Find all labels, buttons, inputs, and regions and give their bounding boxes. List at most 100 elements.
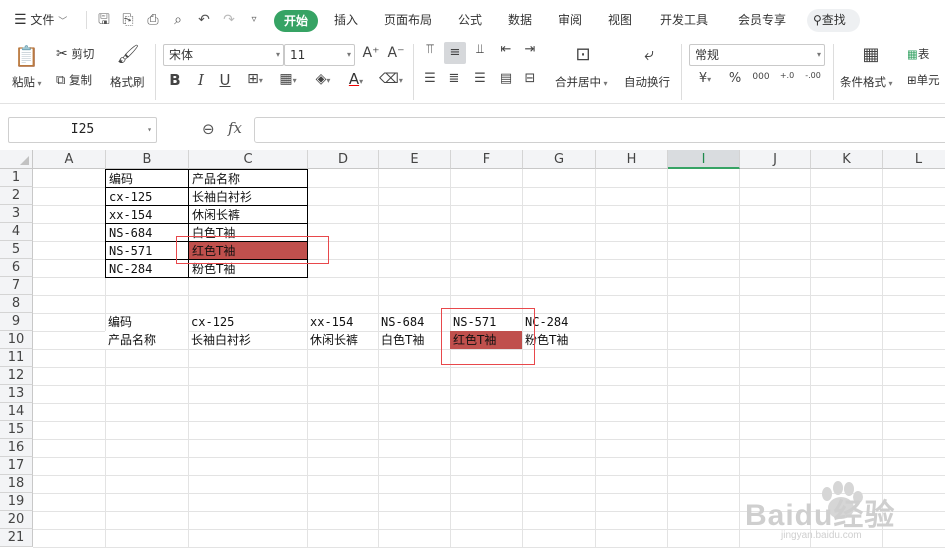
name-box[interactable]: I25 ▾: [8, 117, 157, 143]
borders-icon[interactable]: ⊞▾: [241, 71, 269, 87]
row-header-15[interactable]: 15: [0, 421, 33, 439]
cell-b1[interactable]: 编码: [105, 169, 189, 187]
fx-button[interactable]: fx: [228, 119, 242, 137]
column-header-g[interactable]: G: [523, 150, 596, 169]
save-icon[interactable]: 🖫: [94, 0, 114, 40]
distributed-icon[interactable]: ⊟: [520, 71, 540, 86]
increase-font-icon[interactable]: A⁺: [361, 45, 381, 61]
row-header-21[interactable]: 21: [0, 529, 33, 547]
row-header-20[interactable]: 20: [0, 511, 33, 529]
currency-button[interactable]: ¥▾: [693, 71, 717, 86]
align-left-icon[interactable]: ☰: [420, 71, 440, 86]
zoom-formula-icon[interactable]: ⊖: [202, 120, 215, 138]
align-center-icon[interactable]: ≣: [444, 71, 464, 86]
tab-formulas[interactable]: 公式: [458, 0, 482, 40]
row-header-6[interactable]: 6: [0, 259, 33, 277]
row-header-13[interactable]: 13: [0, 385, 33, 403]
row-header-16[interactable]: 16: [0, 439, 33, 457]
cell-c1[interactable]: 产品名称: [188, 169, 308, 187]
cell-d10[interactable]: 休闲长裤: [307, 331, 378, 349]
cell-button[interactable]: ⊞单元: [907, 72, 940, 88]
row-header-14[interactable]: 14: [0, 403, 33, 421]
tab-start[interactable]: 开始: [274, 10, 318, 32]
cell-b2[interactable]: cx-125: [105, 187, 189, 205]
export-icon[interactable]: ⎘: [118, 0, 138, 40]
align-middle-icon[interactable]: ≡: [444, 42, 466, 64]
cell-c10[interactable]: 长袖白衬衫: [188, 331, 307, 349]
cell-c3[interactable]: 休闲长裤: [188, 205, 308, 223]
cell-b10[interactable]: 产品名称: [105, 331, 188, 349]
paste-button[interactable]: 粘贴 ▾: [12, 74, 42, 90]
cut-button[interactable]: ✂ 剪切: [56, 46, 94, 62]
quick-access-more-icon[interactable]: ▿: [244, 0, 264, 40]
row-header-3[interactable]: 3: [0, 205, 33, 223]
align-top-icon[interactable]: ⫪: [420, 42, 440, 57]
tab-insert[interactable]: 插入: [334, 0, 358, 40]
column-header-h[interactable]: H: [596, 150, 668, 169]
indent-decrease-icon[interactable]: ⇤: [496, 42, 516, 57]
format-painter-icon[interactable]: 🖌: [116, 44, 140, 65]
decimal-decrease-button[interactable]: -.00: [802, 71, 824, 80]
cell-c2[interactable]: 长袖白衬衫: [188, 187, 308, 205]
cell-b9[interactable]: 编码: [105, 313, 188, 331]
row-header-1[interactable]: 1: [0, 169, 33, 187]
bold-button[interactable]: B: [166, 71, 184, 89]
row-header-7[interactable]: 7: [0, 277, 33, 295]
redo-icon[interactable]: ↷: [219, 0, 239, 40]
cell-e10[interactable]: 白色T袖: [378, 331, 450, 349]
tab-review[interactable]: 审阅: [558, 0, 582, 40]
font-name-select[interactable]: 宋体 ▾: [163, 44, 284, 66]
decrease-font-icon[interactable]: A⁻: [386, 45, 406, 61]
tab-member[interactable]: 会员专享: [738, 0, 786, 40]
cell-d9[interactable]: xx-154: [307, 313, 378, 331]
row-header-5[interactable]: 5: [0, 241, 33, 259]
row-header-10[interactable]: 10: [0, 331, 33, 349]
column-header-i[interactable]: I: [668, 150, 740, 169]
column-header-k[interactable]: K: [811, 150, 883, 169]
table-style-button[interactable]: ▦表: [907, 46, 929, 62]
conditional-format-icon[interactable]: ▦: [858, 44, 884, 65]
row-header-19[interactable]: 19: [0, 493, 33, 511]
row-header-17[interactable]: 17: [0, 457, 33, 475]
print-preview-icon[interactable]: ⌕: [168, 0, 188, 40]
tab-page-layout[interactable]: 页面布局: [384, 0, 432, 40]
tab-data[interactable]: 数据: [508, 0, 532, 40]
row-header-18[interactable]: 18: [0, 475, 33, 493]
search-button[interactable]: ⚲查找: [807, 9, 860, 32]
column-header-d[interactable]: D: [308, 150, 379, 169]
underline-button[interactable]: U: [216, 71, 234, 89]
merge-center-icon[interactable]: ⊡: [570, 44, 596, 65]
print-icon[interactable]: ⎙: [143, 0, 163, 40]
file-menu[interactable]: ☰ 文件 ﹀: [14, 0, 67, 40]
clear-format-icon[interactable]: ⌫▾: [376, 71, 406, 87]
select-all-corner[interactable]: [0, 150, 33, 169]
indent-increase-icon[interactable]: ⇥: [520, 42, 540, 57]
cell-c9[interactable]: cx-125: [188, 313, 307, 331]
thousands-button[interactable]: 000: [750, 72, 772, 82]
row-header-2[interactable]: 2: [0, 187, 33, 205]
font-color-icon[interactable]: A▾: [342, 70, 370, 88]
merge-center-button[interactable]: 合并居中 ▾: [555, 74, 608, 90]
cell-b3[interactable]: xx-154: [105, 205, 189, 223]
row-header-11[interactable]: 11: [0, 349, 33, 367]
fill-color-icon[interactable]: ◈▾: [308, 71, 338, 87]
wrap-text-label[interactable]: 自动换行: [624, 74, 670, 90]
tab-view[interactable]: 视图: [608, 0, 632, 40]
copy-button[interactable]: ⧉ 复制: [56, 72, 92, 88]
column-header-c[interactable]: C: [189, 150, 308, 169]
number-format-select[interactable]: 常规 ▾: [689, 44, 825, 66]
column-header-b[interactable]: B: [106, 150, 189, 169]
column-header-e[interactable]: E: [379, 150, 451, 169]
column-header-j[interactable]: J: [740, 150, 811, 169]
format-painter-label[interactable]: 格式刷: [110, 74, 145, 90]
justify-icon[interactable]: ▤: [496, 71, 516, 86]
spreadsheet-grid[interactable]: A B C D E F G H I J K L 1 2 3 4 5 6 7 8 …: [0, 150, 945, 548]
wrap-text-icon[interactable]: ⤶: [636, 44, 662, 65]
column-header-l[interactable]: L: [883, 150, 945, 169]
align-bottom-icon[interactable]: ⫫: [470, 42, 490, 57]
row-header-4[interactable]: 4: [0, 223, 33, 241]
conditional-format-button[interactable]: 条件格式 ▾: [840, 74, 893, 90]
italic-button[interactable]: I: [192, 71, 210, 89]
row-header-9[interactable]: 9: [0, 313, 33, 331]
column-header-a[interactable]: A: [33, 150, 106, 169]
